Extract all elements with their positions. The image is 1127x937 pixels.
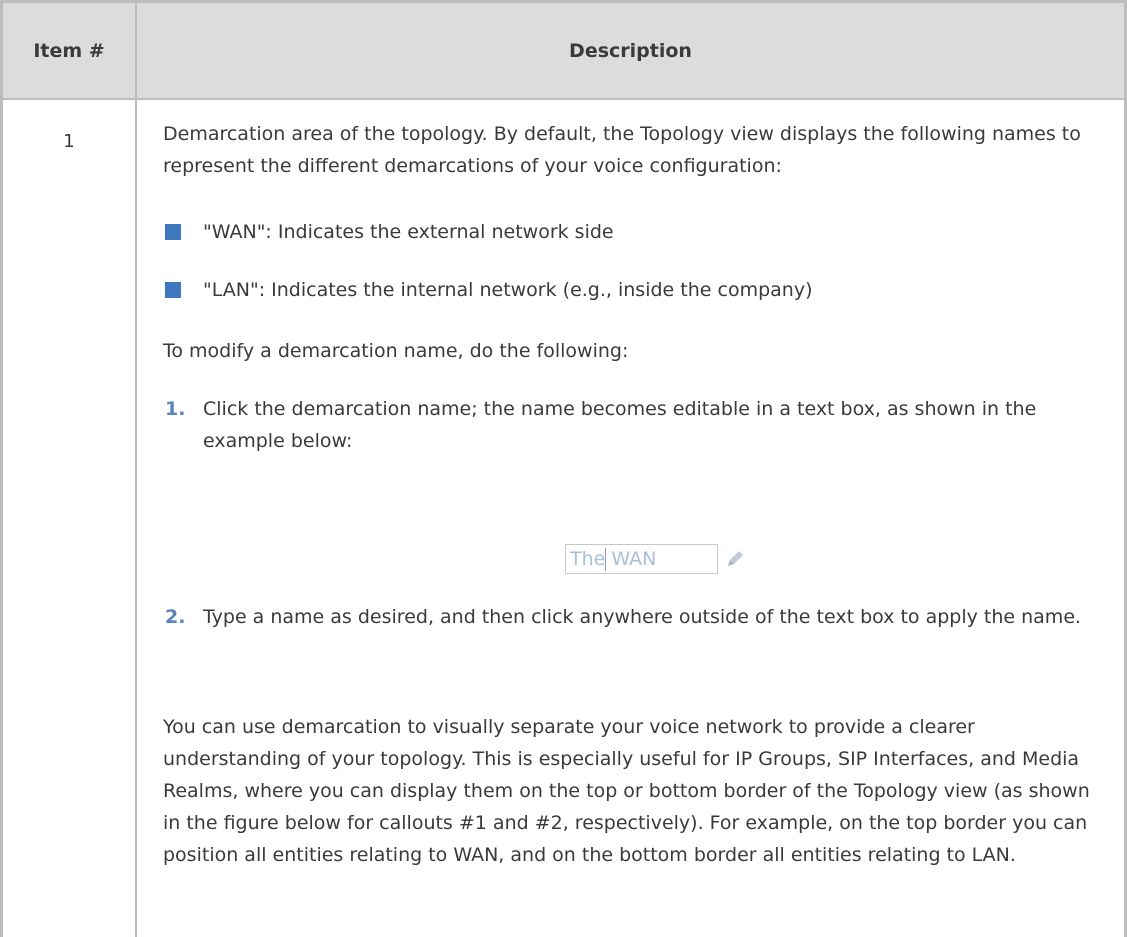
text-caret: [605, 548, 606, 571]
intro-paragraph: Demarcation area of the topology. By def…: [163, 123, 1081, 177]
bullet-lan: "LAN": Indicates the internal network (e…: [203, 279, 813, 301]
bullet-marker: [165, 282, 181, 298]
description-table: Item # Description 1 Demarcation area of…: [0, 0, 1127, 937]
header-divider: [0, 98, 1127, 100]
step-text-1: Click the demarcation name; the name bec…: [203, 398, 1037, 452]
step-number-1: 1.: [165, 398, 186, 420]
textbox-value: The WAN: [570, 548, 657, 570]
bullet-wan: "WAN": Indicates the external network si…: [203, 221, 614, 243]
demarcation-name-textbox[interactable]: The WAN: [565, 544, 718, 574]
bullet-marker: [165, 224, 181, 240]
closing-paragraph: You can use demarcation to visually sepa…: [163, 716, 1090, 866]
column-header-description: Description: [569, 39, 692, 62]
step-number-2: 2.: [165, 606, 186, 628]
pencil-icon[interactable]: [724, 548, 746, 570]
table-border-top: [0, 0, 1127, 3]
column-divider: [135, 0, 137, 937]
item-number: 1: [63, 131, 75, 152]
column-header-item: Item #: [33, 39, 105, 62]
steps-intro: To modify a demarcation name, do the fol…: [163, 340, 629, 362]
step-text-2: Type a name as desired, and then click a…: [203, 606, 1082, 628]
